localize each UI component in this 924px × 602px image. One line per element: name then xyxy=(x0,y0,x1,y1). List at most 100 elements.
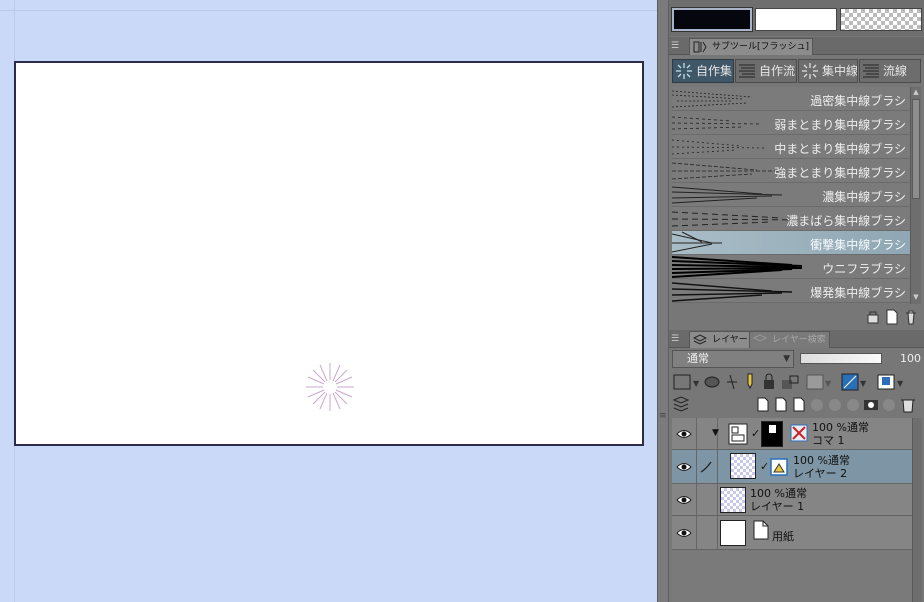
chevron-down-icon: ▼ xyxy=(783,354,790,364)
layer-row-frame[interactable]: ▼ ✓ 100 %通常 コマ 1 xyxy=(672,418,912,450)
brush-stroke-preview xyxy=(672,186,783,204)
divider xyxy=(717,450,718,483)
brush-label: 濃まばら集中線ブラシ xyxy=(786,214,906,228)
frame-mask-thumbnail xyxy=(761,421,783,447)
brush-item[interactable]: 強まとまり集中線ブラシ xyxy=(672,159,910,183)
panel-splitter[interactable]: ≡ xyxy=(657,0,669,602)
group-label: 流線 xyxy=(883,64,908,78)
layer-name: 用紙 xyxy=(772,530,794,543)
group-label: 自作集 xyxy=(696,64,733,78)
transparent-color-swatch[interactable] xyxy=(840,8,922,31)
brush-stroke-preview xyxy=(672,256,803,278)
reference-layer-icon xyxy=(770,458,788,476)
panel-menu-icon[interactable]: ☰ xyxy=(671,333,685,345)
subtool-group-shuuchuusen[interactable]: 集中線 xyxy=(798,59,858,83)
scroll-thumb[interactable] xyxy=(912,99,920,199)
svg-text:▼: ▼ xyxy=(897,379,904,388)
brush-label: 過密集中線ブラシ xyxy=(810,94,906,108)
brush-cursor-icon xyxy=(306,363,354,411)
settings-icon[interactable] xyxy=(865,309,881,325)
new-page-icon[interactable] xyxy=(884,309,900,325)
brush-item[interactable]: 爆発集中線ブラシ xyxy=(672,279,910,303)
scroll-down-icon[interactable]: ▼ xyxy=(912,292,920,302)
tab-layer[interactable]: レイヤー xyxy=(689,331,752,348)
brush-item[interactable]: 中まとまり集中線ブラシ xyxy=(672,135,910,159)
panel-menu-icon[interactable]: ☰ xyxy=(671,40,685,52)
brush-item-selected[interactable]: 衝撃集中線ブラシ xyxy=(672,231,910,255)
trash-icon[interactable] xyxy=(903,309,919,325)
layer-name: コマ 1 xyxy=(812,434,845,447)
brush-item[interactable]: ウニフラブラシ xyxy=(672,255,910,279)
subtool-group-jisaku-ryuu[interactable]: 自作流 xyxy=(735,59,797,83)
brush-item[interactable]: 弱まとまり集中線ブラシ xyxy=(672,111,910,135)
paper-icon xyxy=(753,520,769,540)
brush-label: 衝撃集中線ブラシ xyxy=(810,238,906,252)
layer-tabbar: ☰ レイヤー レイヤー検索 xyxy=(669,330,924,348)
svg-text:▼: ▼ xyxy=(860,379,867,388)
layer-action-toolbar[interactable] xyxy=(672,396,922,414)
layer-opacity-blend: 100 %通常 xyxy=(812,421,869,434)
svg-text:▼: ▼ xyxy=(825,379,832,388)
subtool-tabbar: ☰ サブツール[フラッシュ] xyxy=(669,37,924,55)
color-swatch-row xyxy=(669,0,924,36)
eye-icon[interactable] xyxy=(676,527,692,539)
sub-color-swatch[interactable] xyxy=(755,8,837,31)
brush-list-scrollbar[interactable]: ▲ ▼ xyxy=(910,87,921,304)
brush-label: 弱まとまり集中線ブラシ xyxy=(774,118,906,132)
right-panel: ☰ サブツール[フラッシュ] 自作集 自作流 集中線 流線 過密集中線ブラシ 弱… xyxy=(669,0,924,602)
opacity-slider[interactable] xyxy=(800,353,882,364)
grip-icon: ≡ xyxy=(659,411,667,421)
brush-item[interactable]: 濃集中線ブラシ xyxy=(672,183,910,207)
main-color-swatch[interactable] xyxy=(671,7,753,32)
folder-expand-icon[interactable]: ▼ xyxy=(712,428,719,438)
check-icon: ✓ xyxy=(760,460,770,473)
eye-icon[interactable] xyxy=(676,494,692,506)
divider xyxy=(696,450,697,483)
group-label: 自作流 xyxy=(759,64,796,78)
burst-icon xyxy=(802,63,818,79)
brush-stroke-preview xyxy=(672,231,722,253)
divider xyxy=(717,516,718,549)
blend-mode-select[interactable]: 通常 ▼ xyxy=(672,350,794,368)
layer-name: レイヤー 1 xyxy=(750,500,805,513)
layers-icon xyxy=(693,334,707,345)
layer-search-icon xyxy=(753,334,767,342)
tab-subtool-label: サブツール[フラッシュ] xyxy=(712,42,810,52)
layer-opacity-blend: 100 %通常 xyxy=(793,454,850,467)
canvas-area[interactable] xyxy=(0,0,657,602)
tab-layer-search-label: レイヤー検索 xyxy=(772,335,826,345)
blend-mode-value: 通常 xyxy=(687,352,709,365)
layer-thumbnail xyxy=(720,520,746,546)
layer-list: ▼ ✓ 100 %通常 コマ 1 ✓ 100 %通常 レイヤー 2 100 %通… xyxy=(672,418,912,602)
eye-icon[interactable] xyxy=(676,461,692,473)
layer-property-toolbar[interactable]: ▼ ▼ ▼ ▼ xyxy=(672,372,922,392)
brush-label: 濃集中線ブラシ xyxy=(822,190,906,204)
layer-opacity-blend: 100 %通常 xyxy=(750,487,807,500)
brush-stroke-preview xyxy=(672,90,753,108)
layer-row-selected[interactable]: ✓ 100 %通常 レイヤー 2 xyxy=(672,450,912,484)
divider xyxy=(696,516,697,549)
pen-edit-icon xyxy=(700,461,712,473)
tab-subtool[interactable]: サブツール[フラッシュ] xyxy=(689,38,814,55)
scroll-up-icon[interactable]: ▲ xyxy=(912,87,920,97)
layer-row[interactable]: 100 %通常 レイヤー 1 xyxy=(672,484,912,516)
mask-disabled-icon xyxy=(790,424,808,442)
brush-item[interactable]: 濃まばら集中線ブラシ xyxy=(672,207,910,231)
divider xyxy=(696,418,697,449)
layer-thumbnail xyxy=(730,453,756,479)
brush-label: 爆発集中線ブラシ xyxy=(810,286,906,300)
layer-row-paper[interactable]: 用紙 xyxy=(672,516,912,550)
tab-layer-search[interactable]: レイヤー検索 xyxy=(749,331,830,348)
eye-icon[interactable] xyxy=(676,428,692,440)
layer-list-scrollbar[interactable] xyxy=(912,418,922,602)
layer-thumbnail xyxy=(720,487,746,513)
subtool-group-jisaku-shuu[interactable]: 自作集 xyxy=(672,59,734,83)
brush-label: 強まとまり集中線ブラシ xyxy=(774,166,906,180)
subtool-group-ryuusen[interactable]: 流線 xyxy=(859,59,921,83)
brush-list: 過密集中線ブラシ 弱まとまり集中線ブラシ 中まとまり集中線ブラシ 強まとまり集中… xyxy=(672,87,910,304)
brush-item[interactable]: 過密集中線ブラシ xyxy=(672,87,910,111)
flow-lines-icon xyxy=(739,64,755,78)
brush-label: 中まとまり集中線ブラシ xyxy=(774,142,906,156)
brush-label: ウニフラブラシ xyxy=(822,262,906,276)
opacity-value[interactable]: 100 xyxy=(887,352,921,366)
